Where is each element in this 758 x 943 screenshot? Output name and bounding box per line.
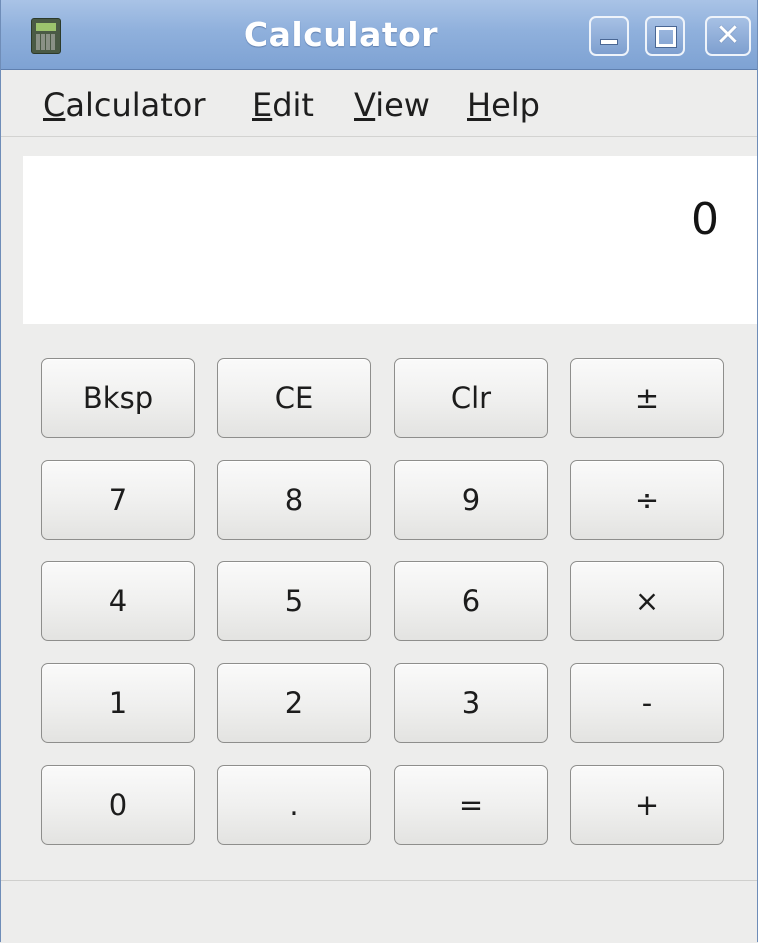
divide-button[interactable]: ÷: [570, 460, 724, 540]
digit-2-button[interactable]: 2: [217, 663, 371, 743]
menu-calculator[interactable]: Calculator: [43, 86, 206, 124]
menu-edit-accel: E: [252, 86, 273, 124]
add-button[interactable]: +: [570, 765, 724, 845]
menu-help[interactable]: Help: [467, 86, 540, 124]
menu-view[interactable]: View: [354, 86, 430, 124]
menu-view-accel: V: [354, 86, 376, 124]
digit-9-button[interactable]: 9: [394, 460, 548, 540]
menu-calculator-label: alculator: [65, 86, 206, 124]
maximize-button[interactable]: [645, 16, 685, 56]
sign-toggle-button[interactable]: ±: [570, 358, 724, 438]
digit-0-button[interactable]: 0: [41, 765, 195, 845]
calculator-window: Calculator ✕ Calculator Edit View Help 0…: [0, 0, 758, 943]
backspace-button[interactable]: Bksp: [41, 358, 195, 438]
subtract-button[interactable]: -: [570, 663, 724, 743]
clear-button[interactable]: Clr: [394, 358, 548, 438]
close-icon: ✕: [715, 18, 741, 53]
digit-1-button[interactable]: 1: [41, 663, 195, 743]
menu-bar: Calculator Edit View Help: [1, 70, 757, 137]
equals-button[interactable]: =: [394, 765, 548, 845]
minimize-button[interactable]: [589, 16, 629, 56]
digit-8-button[interactable]: 8: [217, 460, 371, 540]
menu-calculator-accel: C: [43, 86, 66, 124]
multiply-button[interactable]: ×: [570, 561, 724, 641]
menu-help-accel: H: [467, 86, 492, 124]
title-bar[interactable]: Calculator ✕: [1, 0, 757, 70]
close-button[interactable]: ✕: [705, 16, 751, 56]
window-title: Calculator: [243, 15, 439, 54]
digit-5-button[interactable]: 5: [217, 561, 371, 641]
maximize-icon: [647, 18, 683, 54]
digit-4-button[interactable]: 4: [41, 561, 195, 641]
menu-edit[interactable]: Edit: [252, 86, 314, 124]
decimal-button[interactable]: .: [217, 765, 371, 845]
digit-3-button[interactable]: 3: [394, 663, 548, 743]
digit-6-button[interactable]: 6: [394, 561, 548, 641]
menu-edit-label: dit: [272, 86, 314, 124]
clear-entry-button[interactable]: CE: [217, 358, 371, 438]
display-value: 0: [691, 194, 719, 245]
keypad: Bksp CE Clr ± 7 8 9 ÷ 4 5 6 × 1 2 3 - 0 …: [41, 358, 727, 848]
status-bar: [1, 880, 757, 943]
menu-view-label: iew: [375, 86, 430, 124]
result-display: 0: [23, 156, 757, 324]
minimize-icon: [591, 18, 627, 54]
digit-7-button[interactable]: 7: [41, 460, 195, 540]
menu-help-label: elp: [491, 86, 540, 124]
